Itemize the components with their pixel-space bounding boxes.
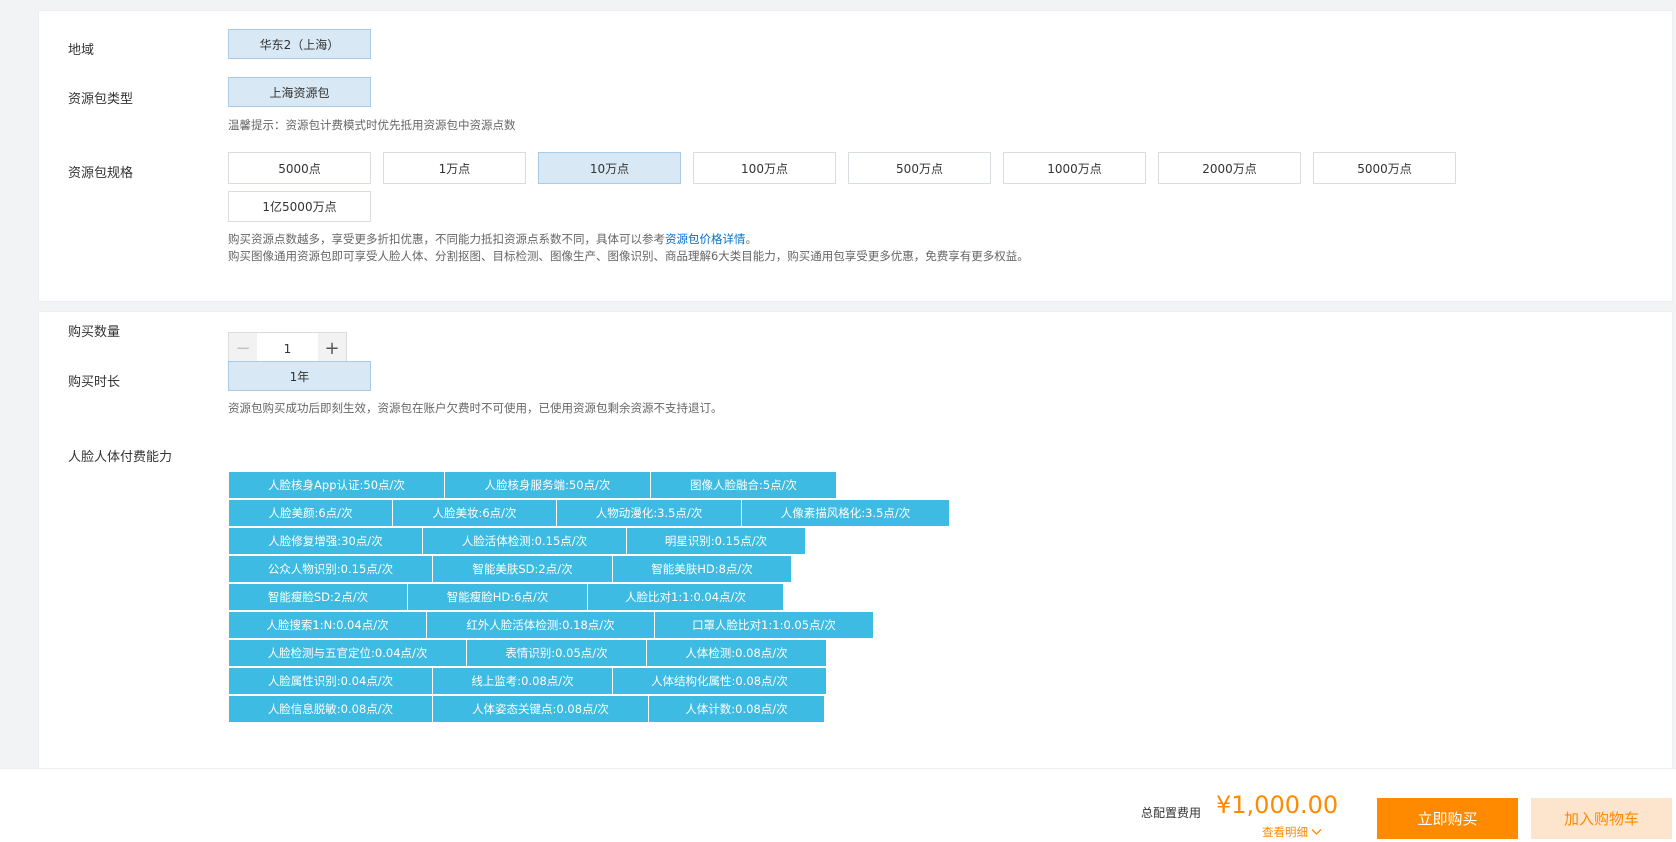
capability-tag: 人物动漫化:3.5点/次 [557, 500, 742, 526]
capability-row: 人脸修复增强:30点/次 人脸活体检测:0.15点/次 明星识别:0.15点/次 [229, 528, 950, 554]
package-spec-hint-1-text: 购买资源点数越多，享受更多折扣优惠，不同能力抵扣资源点系数不同，具体可以参考 [228, 232, 665, 246]
total-cost-label: 总配置费用 [1141, 806, 1202, 820]
capability-tag: 人脸比对1:1:0.04点/次 [588, 584, 784, 610]
capabilities-label: 人脸人体付费能力 [68, 450, 173, 465]
chevron-down-icon [1311, 829, 1322, 835]
package-spec-hint-1: 购买资源点数越多，享受更多折扣优惠，不同能力抵扣资源点系数不同，具体可以参考资源… [228, 230, 757, 248]
spec-option-1y5000w[interactable]: 1亿5000万点 [228, 191, 371, 222]
capability-tag: 人体结构化属性:0.08点/次 [613, 668, 827, 694]
duration-label: 购买时长 [68, 375, 121, 390]
capability-row: 人脸信息脱敏:0.08点/次 人体姿态关键点:0.08点/次 人体计数:0.08… [229, 696, 950, 722]
duration-hint: 资源包购买成功后即刻生效，资源包在账户欠费时不可使用，已使用资源包剩余资源不支持… [228, 401, 723, 415]
buy-now-button[interactable]: 立即购买 [1377, 798, 1518, 839]
capability-tag: 人脸修复增强:30点/次 [229, 528, 423, 554]
capability-tag: 口罩人脸比对1:1:0.05点/次 [655, 612, 874, 638]
region-label: 地域 [68, 43, 95, 58]
package-type-label: 资源包类型 [68, 92, 134, 107]
spec-option-1w[interactable]: 1万点 [383, 152, 526, 184]
package-spec-hint-2: 购买图像通用资源包即可享受人脸人体、分割抠图、目标检测、图像生产、图像识别、商品… [228, 249, 1029, 263]
capability-row: 人脸检测与五官定位:0.04点/次 表情识别:0.05点/次 人体检测:0.08… [229, 640, 950, 666]
capability-tag: 智能瘦脸SD:2点/次 [229, 584, 408, 610]
spec-option-1000w[interactable]: 1000万点 [1003, 152, 1146, 184]
quantity-minus-button[interactable]: − [229, 333, 257, 364]
capability-tag: 人脸检测与五官定位:0.04点/次 [229, 640, 467, 666]
capability-tag: 明星识别:0.15点/次 [627, 528, 806, 554]
view-detail-label: 查看明细 [1262, 825, 1308, 839]
price-detail-link[interactable]: 资源包价格详情 [665, 232, 746, 246]
order-footer-bar: 总配置费用 ¥1,000.00 查看明细 立即购买 加入购物车 [0, 768, 1676, 842]
capability-tag: 人脸属性识别:0.04点/次 [229, 668, 433, 694]
capability-row: 人脸属性识别:0.04点/次 线上监考:0.08点/次 人体结构化属性:0.08… [229, 668, 950, 694]
capability-tag: 人体检测:0.08点/次 [647, 640, 827, 666]
capability-row: 公众人物识别:0.15点/次 智能美肤SD:2点/次 智能美肤HD:8点/次 [229, 556, 950, 582]
capability-row: 人脸核身App认证:50点/次 人脸核身服务端:50点/次 图像人脸融合:5点/… [229, 472, 950, 498]
capabilities-list: 人脸核身App认证:50点/次 人脸核身服务端:50点/次 图像人脸融合:5点/… [229, 472, 950, 724]
capability-tag: 表情识别:0.05点/次 [467, 640, 647, 666]
capability-tag: 线上监考:0.08点/次 [433, 668, 613, 694]
duration-option-1year[interactable]: 1年 [228, 361, 371, 391]
capability-tag: 人脸核身App认证:50点/次 [229, 472, 445, 498]
add-to-cart-button[interactable]: 加入购物车 [1531, 798, 1672, 839]
quantity-input[interactable]: 1 [257, 333, 318, 364]
capability-tag: 人脸信息脱敏:0.08点/次 [229, 696, 433, 722]
capability-tag: 人像素描风格化:3.5点/次 [742, 500, 950, 526]
quantity-plus-button[interactable]: + [318, 333, 346, 364]
capability-tag: 公众人物识别:0.15点/次 [229, 556, 433, 582]
region-option-east2-shanghai[interactable]: 华东2（上海） [228, 29, 371, 59]
spec-option-5000w[interactable]: 5000万点 [1313, 152, 1456, 184]
spec-option-2000w[interactable]: 2000万点 [1158, 152, 1301, 184]
spec-option-5000[interactable]: 5000点 [228, 152, 371, 184]
config-panel-top: 地域 华东2（上海） 资源包类型 上海资源包 温馨提示：资源包计费模式时优先抵用… [38, 10, 1673, 302]
view-detail-link[interactable]: 查看明细 [1262, 824, 1322, 840]
capability-tag: 智能瘦脸HD:6点/次 [408, 584, 588, 610]
capability-tag: 图像人脸融合:5点/次 [651, 472, 837, 498]
package-spec-label: 资源包规格 [68, 166, 134, 181]
capability-tag: 人脸搜索1:N:0.04点/次 [229, 612, 427, 638]
capability-tag: 人脸核身服务端:50点/次 [445, 472, 651, 498]
capability-tag: 人体计数:0.08点/次 [649, 696, 825, 722]
total-price: ¥1,000.00 [1216, 791, 1339, 819]
package-type-option-shanghai[interactable]: 上海资源包 [228, 77, 371, 107]
capability-row: 智能瘦脸SD:2点/次 智能瘦脸HD:6点/次 人脸比对1:1:0.04点/次 [229, 584, 950, 610]
capability-tag: 人体姿态关键点:0.08点/次 [433, 696, 649, 722]
capability-tag: 人脸美妆:6点/次 [393, 500, 557, 526]
package-spec-hint-1-end: 。 [745, 232, 758, 246]
capability-tag: 智能美肤SD:2点/次 [433, 556, 613, 582]
spec-option-10w[interactable]: 10万点 [538, 152, 681, 184]
capability-tag: 红外人脸活体检测:0.18点/次 [427, 612, 655, 638]
quantity-label: 购买数量 [68, 325, 121, 340]
config-panel-mid: 购买数量 − 1 + 购买时长 1年 资源包购买成功后即刻生效，资源包在账户欠费… [38, 311, 1673, 771]
capability-row: 人脸美颜:6点/次 人脸美妆:6点/次 人物动漫化:3.5点/次 人像素描风格化… [229, 500, 950, 526]
capability-tag: 人脸活体检测:0.15点/次 [423, 528, 627, 554]
package-type-hint: 温馨提示：资源包计费模式时优先抵用资源包中资源点数 [228, 118, 516, 132]
capability-tag: 人脸美颜:6点/次 [229, 500, 393, 526]
capability-row: 人脸搜索1:N:0.04点/次 红外人脸活体检测:0.18点/次 口罩人脸比对1… [229, 612, 950, 638]
capability-tag: 智能美肤HD:8点/次 [613, 556, 792, 582]
spec-option-100w[interactable]: 100万点 [693, 152, 836, 184]
spec-option-500w[interactable]: 500万点 [848, 152, 991, 184]
